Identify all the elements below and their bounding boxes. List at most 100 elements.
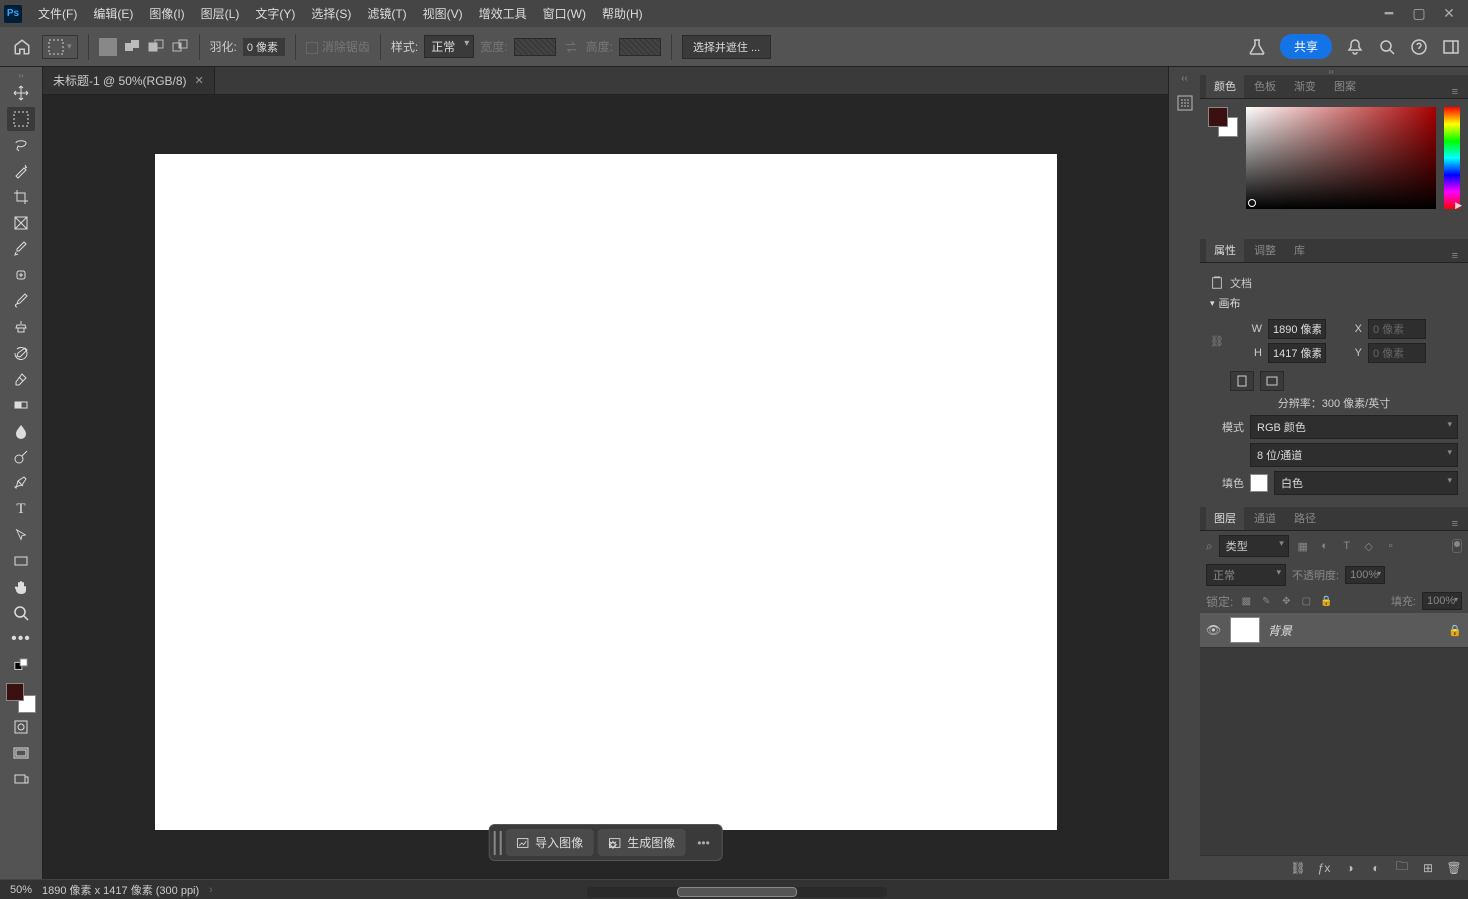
orientation-landscape-icon[interactable]: [1260, 371, 1284, 391]
search-icon[interactable]: [1378, 38, 1396, 56]
filter-pixel-icon[interactable]: ▦: [1295, 538, 1311, 554]
screen-mode-icon[interactable]: [7, 741, 35, 765]
brush-tool[interactable]: [7, 289, 35, 313]
marquee-tool-preset[interactable]: ▾: [42, 35, 78, 59]
foreground-background-swatch[interactable]: [6, 683, 36, 713]
dodge-tool[interactable]: [7, 445, 35, 469]
import-image-button[interactable]: 导入图像: [505, 829, 593, 856]
lock-artboard-icon[interactable]: ▢: [1299, 594, 1313, 608]
menu-type[interactable]: 文字(Y): [247, 1, 303, 26]
menu-select[interactable]: 选择(S): [303, 1, 359, 26]
tab-gradients[interactable]: 渐变: [1286, 74, 1324, 98]
bell-icon[interactable]: [1346, 38, 1364, 56]
zoom-tool[interactable]: [7, 601, 35, 625]
menu-image[interactable]: 图像(I): [141, 1, 192, 26]
layers-panel-menu-icon[interactable]: ≡: [1452, 518, 1462, 530]
bit-depth-select[interactable]: 8 位/通道: [1250, 443, 1458, 467]
quick-mask-icon[interactable]: [7, 715, 35, 739]
layer-name[interactable]: 背景: [1268, 622, 1440, 639]
filter-adjustment-icon[interactable]: ◐: [1317, 538, 1333, 554]
filter-smart-icon[interactable]: ▫: [1383, 538, 1399, 554]
path-selection-tool[interactable]: [7, 523, 35, 547]
generate-image-button[interactable]: 生成图像: [597, 829, 685, 856]
tab-patterns[interactable]: 图案: [1326, 74, 1364, 98]
home-icon[interactable]: [8, 33, 36, 61]
color-spectrum[interactable]: [1246, 107, 1436, 209]
hand-tool[interactable]: [7, 575, 35, 599]
beaker-icon[interactable]: [1248, 38, 1266, 56]
clone-stamp-tool[interactable]: [7, 315, 35, 339]
tab-layers[interactable]: 图层: [1206, 506, 1244, 530]
eyedropper-tool[interactable]: [7, 237, 35, 261]
canvas-width-input[interactable]: [1268, 319, 1326, 339]
tab-color[interactable]: 颜色: [1206, 74, 1244, 98]
tab-channels[interactable]: 通道: [1246, 506, 1284, 530]
layer-list[interactable]: 👁 背景 🔒: [1200, 613, 1468, 855]
link-dimensions-icon[interactable]: ⛓: [1210, 335, 1226, 348]
orientation-portrait-icon[interactable]: [1230, 371, 1254, 391]
link-layers-icon[interactable]: ⛓: [1290, 860, 1306, 876]
color-mode-select[interactable]: RGB 颜色: [1250, 415, 1458, 439]
lock-transparency-icon[interactable]: ▩: [1239, 594, 1253, 608]
tab-swatches[interactable]: 色板: [1246, 74, 1284, 98]
tab-libraries[interactable]: 库: [1286, 238, 1313, 262]
extra-tool-icon[interactable]: [7, 767, 35, 791]
crop-tool[interactable]: [7, 185, 35, 209]
style-select[interactable]: 正常: [424, 35, 474, 58]
frame-tool[interactable]: [7, 211, 35, 235]
lock-position-icon[interactable]: ✥: [1279, 594, 1293, 608]
menu-plugins[interactable]: 增效工具: [471, 1, 535, 26]
canvas-viewport[interactable]: 导入图像 生成图像 •••: [43, 95, 1168, 879]
intersect-selection-icon[interactable]: [171, 38, 189, 56]
canvas-height-input[interactable]: [1268, 343, 1326, 363]
canvas[interactable]: [155, 154, 1057, 830]
canvas-y-input[interactable]: [1368, 343, 1426, 363]
tab-properties[interactable]: 属性: [1206, 238, 1244, 262]
add-to-selection-icon[interactable]: [123, 38, 141, 56]
rectangle-tool[interactable]: [7, 549, 35, 573]
menu-view[interactable]: 视图(V): [415, 1, 471, 26]
minimize-button[interactable]: ━: [1374, 4, 1404, 24]
expand-panels-icon[interactable]: ‹‹: [1181, 73, 1188, 84]
layer-thumbnail[interactable]: [1230, 617, 1260, 643]
group-layers-icon[interactable]: 🗀: [1394, 860, 1410, 876]
delete-layer-icon[interactable]: 🗑: [1446, 860, 1462, 876]
tab-paths[interactable]: 路径: [1286, 506, 1324, 530]
canvas-section-heading[interactable]: 画布: [1210, 295, 1458, 311]
rectangular-marquee-tool[interactable]: [7, 107, 35, 131]
adjustment-layer-icon[interactable]: ◐: [1368, 860, 1384, 876]
workspace-switcher-icon[interactable]: [1442, 38, 1460, 56]
select-and-mask-button[interactable]: 选择并遮住 ...: [682, 35, 771, 59]
document-dimensions[interactable]: 1890 像素 x 1417 像素 (300 ppi): [42, 882, 199, 898]
subtract-from-selection-icon[interactable]: [147, 38, 165, 56]
menu-filter[interactable]: 滤镜(T): [359, 1, 414, 26]
layer-filter-select[interactable]: 类型: [1219, 535, 1289, 557]
properties-panel-menu-icon[interactable]: ≡: [1452, 250, 1462, 262]
canvas-x-input[interactable]: [1368, 319, 1426, 339]
close-tab-icon[interactable]: ✕: [195, 74, 204, 87]
filter-toggle[interactable]: [1452, 539, 1462, 553]
layer-mask-icon[interactable]: ◑: [1342, 860, 1358, 876]
visibility-icon[interactable]: 👁: [1206, 623, 1222, 637]
lock-all-icon[interactable]: 🔒: [1319, 594, 1333, 608]
magic-wand-tool[interactable]: [7, 159, 35, 183]
maximize-button[interactable]: ▢: [1404, 4, 1434, 24]
feather-input[interactable]: [243, 38, 285, 56]
layer-row-background[interactable]: 👁 背景 🔒: [1200, 613, 1468, 648]
menu-edit[interactable]: 编辑(E): [85, 1, 141, 26]
pen-tool[interactable]: [7, 471, 35, 495]
blur-tool[interactable]: [7, 419, 35, 443]
filter-shape-icon[interactable]: ◇: [1361, 538, 1377, 554]
hue-slider[interactable]: ▶: [1444, 107, 1460, 209]
eraser-tool[interactable]: [7, 367, 35, 391]
menu-window[interactable]: 窗口(W): [535, 1, 594, 26]
layer-style-icon[interactable]: ƒx: [1316, 860, 1332, 876]
default-colors-icon[interactable]: [7, 653, 35, 677]
fill-color-swatch[interactable]: [1250, 474, 1268, 492]
new-layer-icon[interactable]: ⊞: [1420, 860, 1436, 876]
text-tool[interactable]: T: [7, 497, 35, 521]
gradient-tool[interactable]: [7, 393, 35, 417]
collapsed-panel-icon[interactable]: [1176, 94, 1194, 112]
blend-mode-select[interactable]: 正常: [1206, 564, 1286, 586]
fill-opacity-input[interactable]: 100%: [1422, 592, 1462, 610]
